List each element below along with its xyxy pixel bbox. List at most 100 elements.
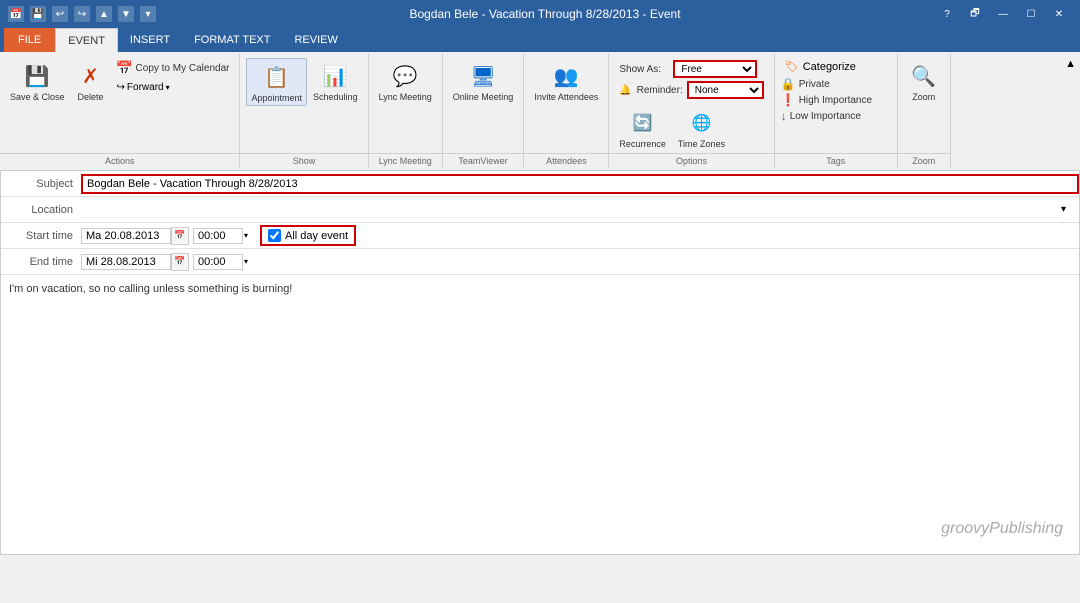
all-day-label: All day event bbox=[285, 230, 348, 242]
ribbon-group-tags: 🏷 Categorize 🔒 Private ❗ High Importance… bbox=[775, 54, 898, 168]
invite-attendees-button[interactable]: 👥 Invite Attendees bbox=[530, 58, 602, 104]
delete-button[interactable]: ✗ Delete bbox=[71, 58, 111, 104]
subject-label: Subject bbox=[1, 174, 81, 194]
copy-to-calendar-button[interactable]: 📅 Copy to My Calendar bbox=[113, 58, 234, 78]
quick-more-icon[interactable]: ▾ bbox=[140, 6, 156, 22]
tab-insert[interactable]: INSERT bbox=[118, 28, 182, 52]
form-area: Subject Location ▾ Start time 📅 ▾ All da… bbox=[0, 171, 1080, 275]
recurrence-button[interactable]: 🔄 Recurrence bbox=[615, 105, 670, 151]
tab-event[interactable]: EVENT bbox=[55, 28, 118, 52]
help-button[interactable]: ? bbox=[934, 4, 960, 24]
recurrence-icon: 🔄 bbox=[627, 107, 659, 139]
delete-icon: ✗ bbox=[75, 60, 107, 92]
private-label: Private bbox=[799, 79, 830, 90]
low-importance-button[interactable]: ↓ Low Importance bbox=[781, 109, 861, 123]
end-date-input[interactable] bbox=[81, 254, 171, 270]
watermark: groovyPublishing bbox=[941, 520, 1063, 538]
reminder-label: 🔔 Reminder: bbox=[619, 85, 682, 96]
tab-file[interactable]: FILE bbox=[4, 28, 55, 52]
quick-up-icon[interactable]: ▲ bbox=[96, 6, 112, 22]
title-bar: 📅 💾 ↩ ↪ ▲ ▼ ▾ Bogdan Bele - Vacation Thr… bbox=[0, 0, 1080, 28]
start-time-input[interactable] bbox=[193, 228, 243, 244]
categorize-icon: 🏷 bbox=[785, 60, 799, 73]
start-time-label: Start time bbox=[1, 226, 81, 246]
ribbon-group-attendees: 👥 Invite Attendees Attendees bbox=[524, 54, 609, 168]
reminder-icon: 🔔 bbox=[619, 85, 631, 96]
copy-calendar-label: Copy to My Calendar bbox=[136, 63, 230, 74]
start-calendar-button[interactable]: 📅 bbox=[171, 227, 189, 245]
quick-save-icon[interactable]: 💾 bbox=[30, 6, 46, 22]
all-day-checkbox[interactable] bbox=[268, 229, 281, 242]
lync-group-label: Lync Meeting bbox=[369, 153, 442, 168]
copy-forward-group: 📅 Copy to My Calendar ↪ Forward ▾ bbox=[113, 58, 234, 95]
ribbon: 💾 Save & Close ✗ Delete 📅 Copy to My Cal… bbox=[0, 52, 1080, 171]
invite-label: Invite Attendees bbox=[534, 92, 598, 102]
ribbon-group-lync: 💬 Lync Meeting Lync Meeting bbox=[369, 54, 443, 168]
tags-group-label: Tags bbox=[775, 153, 897, 168]
outlook-icon: 📅 bbox=[8, 6, 24, 22]
lync-meeting-button[interactable]: 💬 Lync Meeting bbox=[375, 58, 436, 104]
end-calendar-button[interactable]: 📅 bbox=[171, 253, 189, 271]
scheduling-icon: 📊 bbox=[319, 60, 351, 92]
location-input-container: ▾ bbox=[81, 201, 1079, 218]
scheduling-button[interactable]: 📊 Scheduling bbox=[309, 58, 362, 104]
show-group-label: Show bbox=[240, 153, 367, 168]
forward-dropdown-icon: ▾ bbox=[166, 83, 170, 92]
start-date-input[interactable] bbox=[81, 228, 171, 244]
forward-button[interactable]: ↪ Forward ▾ bbox=[113, 80, 234, 95]
quick-undo-icon[interactable]: ↩ bbox=[52, 6, 68, 22]
time-zones-button[interactable]: 🌐 Time Zones bbox=[674, 105, 729, 151]
ribbon-collapse-button[interactable]: ▲ bbox=[1061, 54, 1080, 168]
restore-button[interactable]: 🗗 bbox=[962, 4, 988, 24]
tab-format-text[interactable]: FORMAT TEXT bbox=[182, 28, 282, 52]
end-time-input[interactable] bbox=[193, 254, 243, 270]
location-dropdown-icon[interactable]: ▾ bbox=[1061, 204, 1079, 215]
recurrence-label: Recurrence bbox=[619, 139, 666, 149]
show-as-select[interactable]: Free Busy Tentative Out of Office bbox=[673, 60, 757, 78]
title-bar-title: Bogdan Bele - Vacation Through 8/28/2013… bbox=[409, 7, 680, 21]
appointment-button[interactable]: 📋 Appointment bbox=[246, 58, 307, 106]
categorize-label: Categorize bbox=[803, 61, 856, 73]
appointment-label: Appointment bbox=[251, 93, 302, 103]
start-time-row: Start time 📅 ▾ All day event bbox=[1, 223, 1079, 249]
scheduling-label: Scheduling bbox=[313, 92, 358, 102]
reminder-select[interactable]: None 5 minutes 15 minutes 30 minutes 1 h… bbox=[687, 81, 764, 99]
quick-down-icon[interactable]: ▼ bbox=[118, 6, 134, 22]
maximize-button[interactable]: ☐ bbox=[1018, 4, 1044, 24]
show-options: Show As: Free Busy Tentative Out of Offi… bbox=[615, 58, 767, 101]
event-body-text: I'm on vacation, so no calling unless so… bbox=[9, 283, 1071, 295]
teamviewer-button[interactable]: 🖥 Online Meeting bbox=[449, 58, 518, 104]
low-importance-icon: ↓ bbox=[781, 109, 787, 123]
save-close-button[interactable]: 💾 Save & Close bbox=[6, 58, 69, 104]
end-time-label: End time bbox=[1, 252, 81, 272]
forward-icon: ↪ bbox=[117, 82, 125, 93]
appointment-icon: 📋 bbox=[261, 61, 293, 93]
subject-input-container bbox=[81, 174, 1079, 194]
zoom-icon: 🔍 bbox=[908, 60, 940, 92]
start-time-dropdown[interactable]: ▾ bbox=[244, 231, 248, 240]
high-importance-icon: ❗ bbox=[781, 93, 796, 107]
close-button[interactable]: ✕ bbox=[1046, 4, 1072, 24]
copy-calendar-icon: 📅 bbox=[117, 60, 133, 76]
location-input[interactable] bbox=[81, 201, 1061, 218]
subject-input[interactable] bbox=[81, 174, 1079, 194]
save-close-label: Save & Close bbox=[10, 92, 65, 102]
high-importance-button[interactable]: ❗ High Importance bbox=[781, 93, 872, 107]
low-importance-label: Low Importance bbox=[790, 111, 861, 122]
minimize-button[interactable]: — bbox=[990, 4, 1016, 24]
tab-review[interactable]: REVIEW bbox=[282, 28, 349, 52]
teamviewer-icon: 🖥 bbox=[467, 60, 499, 92]
forward-label: Forward bbox=[127, 82, 164, 93]
quick-redo-icon[interactable]: ↪ bbox=[74, 6, 90, 22]
ribbon-group-teamviewer: 🖥 Online Meeting TeamViewer bbox=[443, 54, 525, 168]
delete-label: Delete bbox=[78, 92, 104, 102]
private-button[interactable]: 🔒 Private bbox=[781, 77, 830, 91]
ribbon-tabs: FILE EVENT INSERT FORMAT TEXT REVIEW bbox=[0, 28, 1080, 52]
end-time-row: End time 📅 ▾ bbox=[1, 249, 1079, 275]
event-body[interactable]: I'm on vacation, so no calling unless so… bbox=[0, 275, 1080, 555]
zoom-button[interactable]: 🔍 Zoom bbox=[904, 58, 944, 104]
actions-group-label: Actions bbox=[0, 153, 239, 168]
end-time-dropdown[interactable]: ▾ bbox=[244, 257, 248, 266]
title-controls: ? 🗗 — ☐ ✕ bbox=[934, 4, 1072, 24]
categorize-button[interactable]: 🏷 Categorize bbox=[781, 58, 891, 75]
